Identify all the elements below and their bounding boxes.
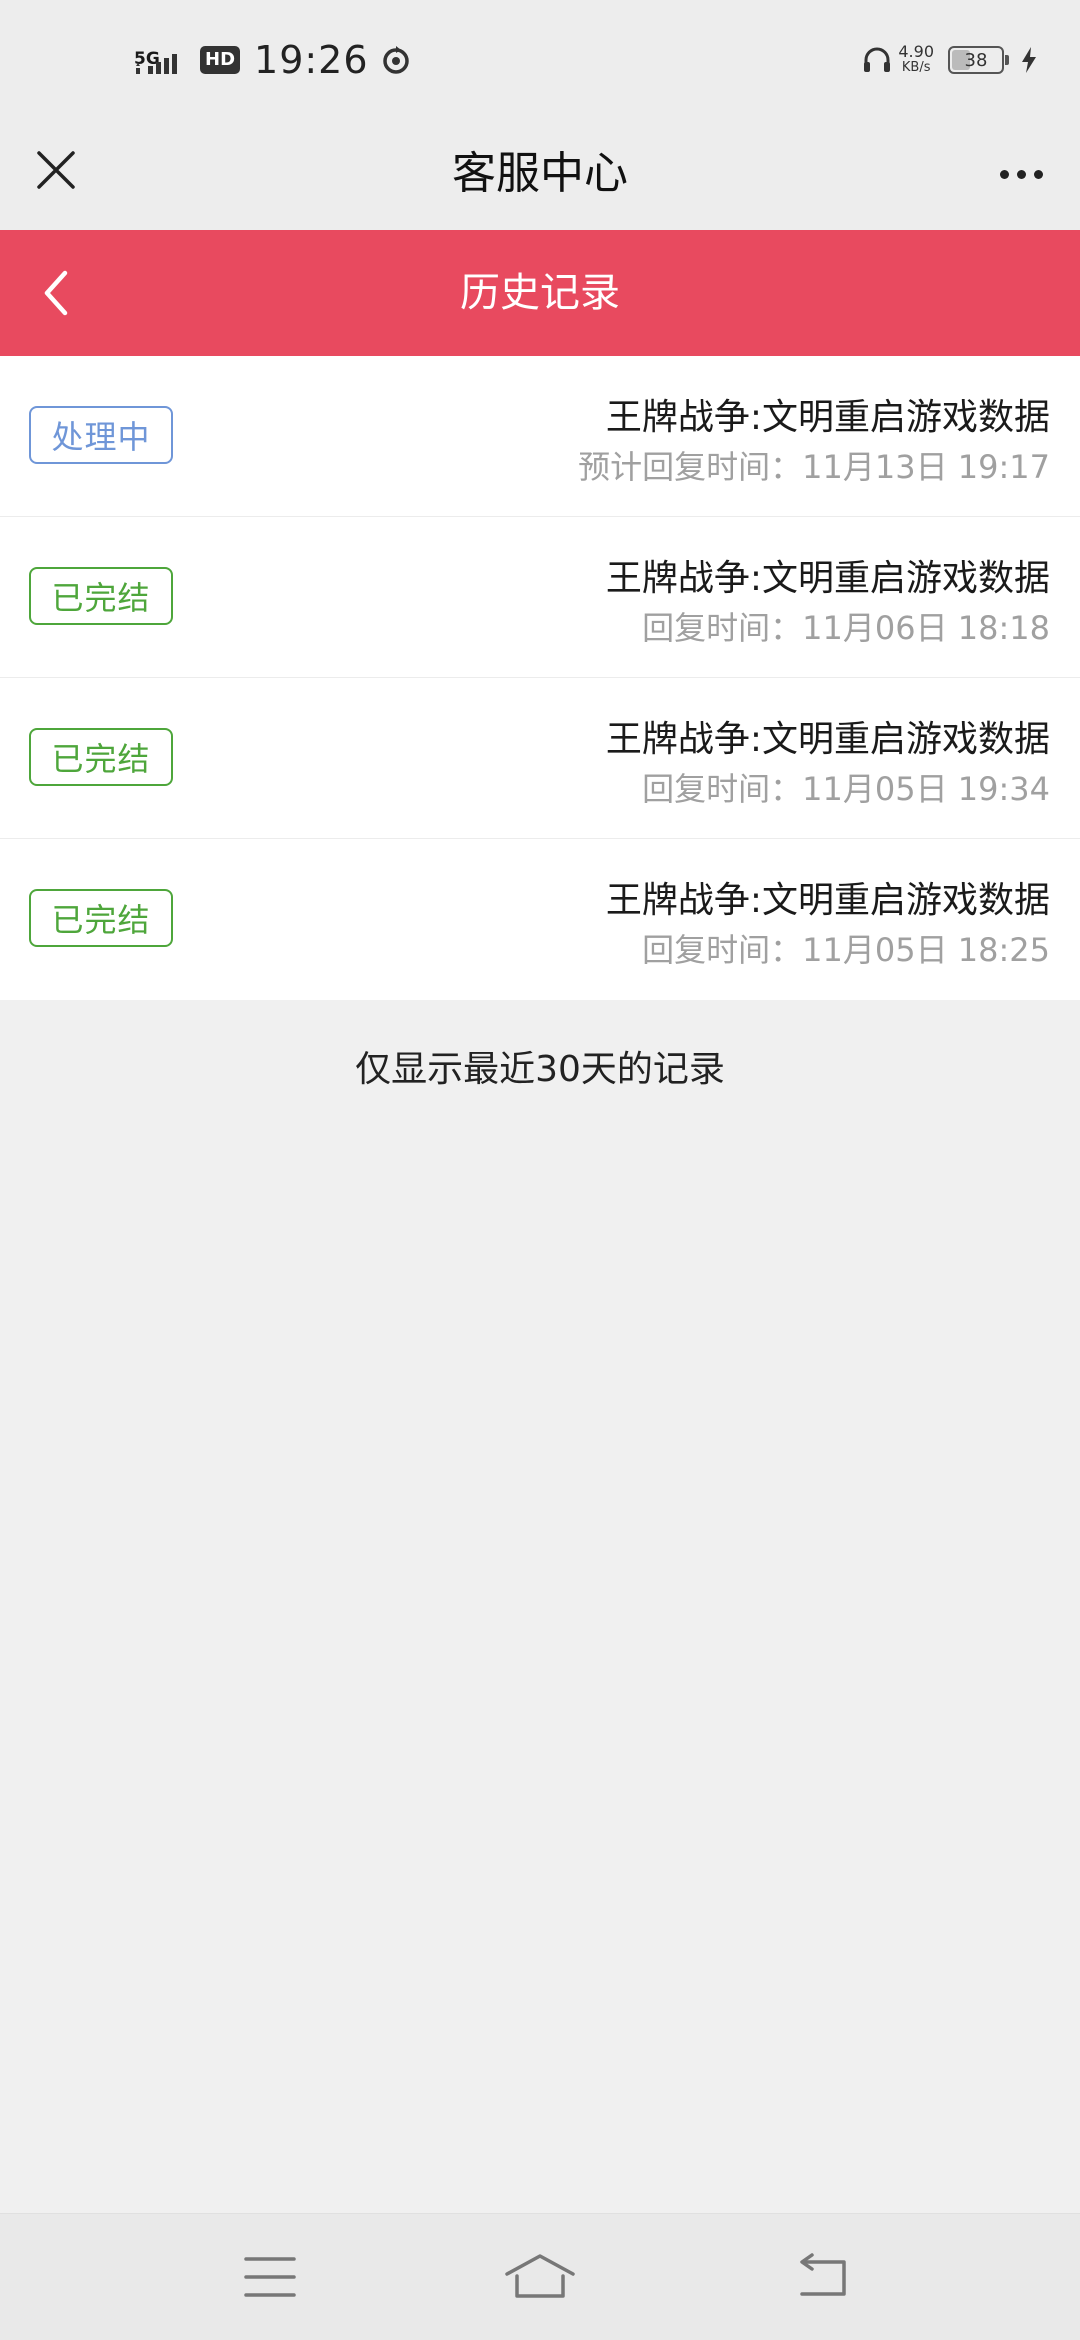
records-note: 仅显示最近30天的记录 <box>355 1049 725 1090</box>
status-time: 19:26 <box>254 38 369 82</box>
home-nav-button[interactable] <box>500 2242 580 2312</box>
record-reply-time: 回复时间：11月06日 18:18 <box>642 609 1050 647</box>
speed-value: 4.90 <box>898 42 934 61</box>
hd-badge: HD <box>200 46 241 74</box>
home-icon <box>505 2254 575 2298</box>
back-arrow-icon <box>800 2253 846 2296</box>
record-title: 王牌战争:文明重启游戏数据 <box>605 880 1050 921</box>
app-header: 客服中心 <box>0 118 1080 230</box>
record-reply-time: 回复时间：11月05日 18:25 <box>642 931 1050 969</box>
record-item[interactable]: 已完结 王牌战争:文明重启游戏数据 回复时间：11月05日 18:25 <box>0 839 1080 1000</box>
charging-icon <box>1022 47 1036 73</box>
more-dot <box>1016 169 1026 179</box>
battery-indicator: 38 <box>948 46 1009 74</box>
record-item[interactable]: 已完结 王牌战争:文明重启游戏数据 回复时间：11月05日 19:34 <box>0 678 1080 839</box>
status-badge: 已完结 <box>29 889 173 947</box>
status-left: 5G HD 19:26 <box>134 30 413 90</box>
page-title: 客服中心 <box>452 148 628 199</box>
status-bar: 5G HD 19:26 4.90 KB/s 38 <box>0 0 1080 118</box>
record-list: 处理中 王牌战争:文明重启游戏数据 预计回复时间：11月13日 19:17 已完… <box>0 356 1080 1000</box>
speed-unit: KB/s <box>901 60 931 75</box>
signal-icon <box>136 54 177 74</box>
status-badge: 已完结 <box>29 728 173 786</box>
menu-icon <box>244 2257 296 2297</box>
back-nav-button[interactable] <box>784 2242 864 2312</box>
network-speed: 4.90 KB/s <box>898 44 934 76</box>
record-title: 王牌战争:文明重启游戏数据 <box>605 558 1050 599</box>
signal-indicator: 5G <box>134 40 186 80</box>
record-reply-time: 回复时间：11月05日 19:34 <box>642 770 1050 808</box>
sync-icon <box>382 46 409 74</box>
record-item[interactable]: 处理中 王牌战争:文明重启游戏数据 预计回复时间：11月13日 19:17 <box>0 356 1080 517</box>
battery-level: 38 <box>964 49 988 71</box>
menu-nav-button[interactable] <box>230 2242 310 2312</box>
headphones-icon <box>864 47 891 72</box>
more-dots-icon <box>999 169 1009 179</box>
system-nav-bar <box>0 2213 1080 2340</box>
section-bar: 历史记录 <box>0 230 1080 356</box>
record-title: 王牌战争:文明重启游戏数据 <box>605 719 1050 760</box>
record-item[interactable]: 已完结 王牌战争:文明重启游戏数据 回复时间：11月06日 18:18 <box>0 517 1080 678</box>
status-right: 4.90 KB/s 38 <box>862 40 1040 80</box>
record-title: 王牌战争:文明重启游戏数据 <box>605 397 1050 438</box>
section-title: 历史记录 <box>460 270 620 316</box>
more-dot <box>1033 169 1043 179</box>
record-reply-time: 预计回复时间：11月13日 19:17 <box>578 448 1050 486</box>
status-badge: 处理中 <box>29 406 173 464</box>
status-badge: 已完结 <box>29 567 173 625</box>
more-button[interactable] <box>986 144 1056 204</box>
